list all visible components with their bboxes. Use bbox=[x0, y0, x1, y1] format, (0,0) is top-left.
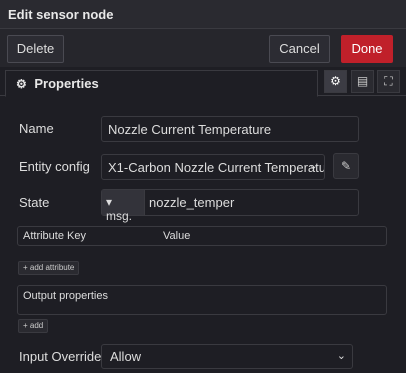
add-output-label: add bbox=[29, 321, 44, 330]
add-attribute-button[interactable]: + add attribute bbox=[18, 261, 80, 275]
add-output-button[interactable]: + add bbox=[18, 319, 49, 333]
state-value-input[interactable]: nozzle_temper bbox=[149, 195, 234, 210]
entity-config-select[interactable]: X1-Carbon Nozzle Current Temperature ⌄ bbox=[101, 154, 325, 180]
tab-properties-label: Properties bbox=[34, 76, 99, 91]
state-type-value: msg. bbox=[106, 209, 133, 223]
attribute-table: Attribute Key Value bbox=[17, 226, 387, 246]
tab-bar: ⚙ Properties ⚙ ▤ ⛶ bbox=[0, 67, 406, 97]
appearance-icon[interactable]: ⛶ bbox=[377, 70, 400, 93]
name-input[interactable]: Nozzle Current Temperature bbox=[101, 116, 359, 142]
chevron-down-icon: ⌄ bbox=[308, 160, 318, 172]
state-type-selector[interactable]: ▾ msg. bbox=[102, 190, 145, 223]
tab-properties[interactable]: ⚙ Properties bbox=[5, 70, 318, 97]
settings-icon[interactable]: ⚙ bbox=[324, 70, 347, 93]
input-override-value: Allow bbox=[110, 349, 142, 364]
state-label: State bbox=[19, 195, 50, 210]
done-button[interactable]: Done bbox=[341, 35, 393, 63]
output-properties-table: Output properties bbox=[17, 285, 387, 315]
cancel-button[interactable]: Cancel bbox=[269, 35, 330, 63]
input-override-select[interactable]: Allow ⌄ bbox=[101, 344, 353, 369]
chevron-down-icon: ⌄ bbox=[336, 350, 346, 362]
description-icon[interactable]: ▤ bbox=[351, 70, 374, 93]
delete-button[interactable]: Delete bbox=[7, 35, 64, 63]
input-override-label: Input Override bbox=[19, 349, 102, 364]
plus-icon: + bbox=[23, 263, 28, 272]
plus-icon: + bbox=[23, 321, 28, 330]
state-field[interactable]: ▾ msg. nozzle_temper bbox=[101, 189, 359, 223]
name-label: Name bbox=[19, 121, 54, 136]
attribute-value-header: Value bbox=[163, 230, 191, 242]
entity-config-value: X1-Carbon Nozzle Current Temperature bbox=[108, 160, 325, 175]
pencil-icon: ✎ bbox=[340, 159, 352, 173]
entity-config-label: Entity config bbox=[19, 159, 90, 174]
gear-icon: ⚙ bbox=[16, 77, 27, 91]
add-attribute-label: add attribute bbox=[29, 263, 75, 272]
dialog-title: Edit sensor node bbox=[0, 0, 406, 29]
attribute-key-header: Attribute Key bbox=[23, 230, 86, 242]
caret-down-icon: ▾ bbox=[106, 195, 113, 209]
output-properties-header: Output properties bbox=[23, 290, 108, 302]
edit-entity-button[interactable]: ✎ bbox=[333, 153, 359, 179]
action-bar: Delete Cancel Done bbox=[0, 29, 406, 67]
